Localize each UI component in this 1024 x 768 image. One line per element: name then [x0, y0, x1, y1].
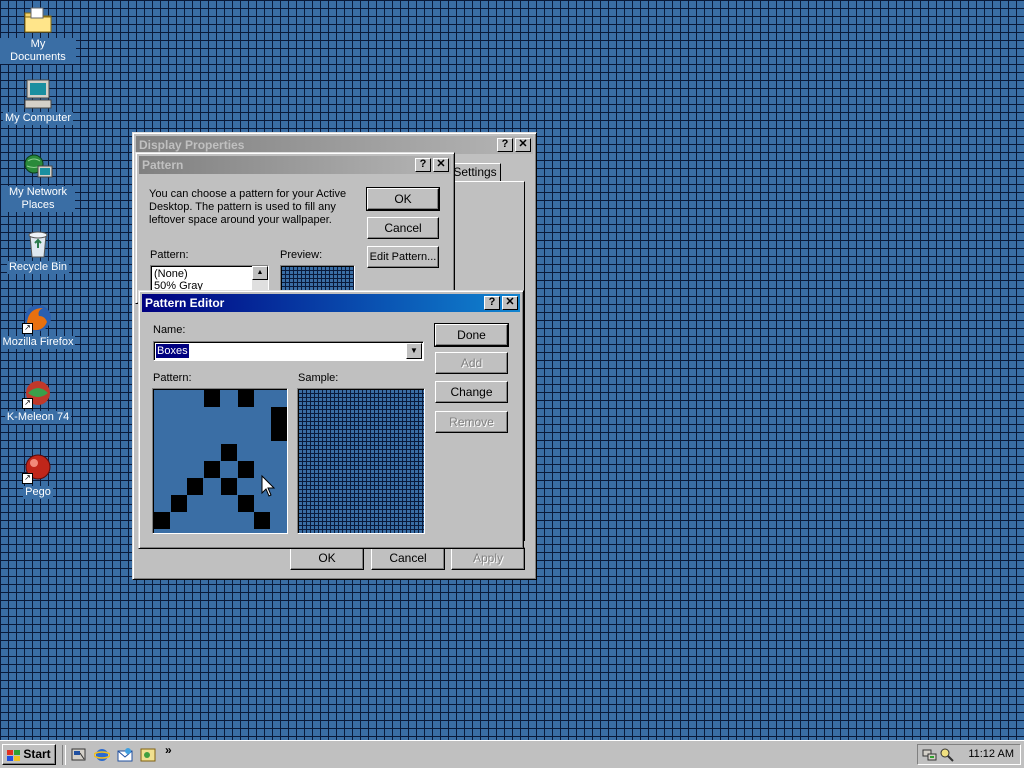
- desktop-icon-label: My Documents: [0, 38, 76, 64]
- desktop-icon-my-computer[interactable]: My Computer: [0, 78, 76, 125]
- recycle-bin-icon: [22, 227, 54, 259]
- channels-icon[interactable]: [140, 747, 156, 763]
- tab-label: Settings: [453, 165, 497, 179]
- pattern-cell-on: [204, 390, 220, 407]
- quick-launch-more-button[interactable]: »: [165, 743, 172, 757]
- cancel-button[interactable]: Cancel: [367, 217, 439, 239]
- name-input[interactable]: Boxes: [156, 344, 189, 358]
- search-tray-icon[interactable]: [939, 747, 955, 763]
- help-button[interactable]: ?: [415, 158, 431, 172]
- pattern-cell-on: [254, 512, 270, 529]
- name-combobox[interactable]: Boxes ▼: [153, 341, 424, 361]
- pattern-editor-dialog: Pattern Editor ? ✕ Name: Boxes ▼ Pattern…: [138, 290, 524, 549]
- pattern-grid-label: Pattern:: [153, 372, 192, 384]
- window-title: Display Properties: [139, 138, 245, 152]
- close-button[interactable]: ✕: [433, 158, 449, 172]
- desktop-icon-label: Mozilla Firefox: [0, 336, 76, 349]
- taskbar: Start » 11:12 AM: [0, 740, 1024, 768]
- show-desktop-icon[interactable]: [71, 747, 87, 763]
- pattern-cell-on: [238, 461, 254, 478]
- clock[interactable]: 11:12 AM: [968, 748, 1014, 760]
- add-button[interactable]: Add: [435, 352, 508, 374]
- mouse-cursor-icon: [261, 474, 276, 497]
- network-tray-icon[interactable]: [922, 747, 938, 763]
- pattern-cell-on: [238, 390, 254, 407]
- pattern-titlebar[interactable]: Pattern ? ✕: [139, 156, 451, 174]
- change-button[interactable]: Change: [435, 381, 508, 403]
- remove-button[interactable]: Remove: [435, 411, 508, 433]
- start-label: Start: [23, 747, 51, 761]
- pattern-cell-on: [187, 478, 203, 495]
- pattern-cell-on: [221, 478, 237, 495]
- pego-icon: ↗: [22, 452, 54, 484]
- close-button[interactable]: ✕: [515, 138, 531, 152]
- window-title: Pattern Editor: [145, 296, 225, 310]
- sample-label: Sample:: [298, 372, 339, 384]
- ok-button[interactable]: OK: [366, 187, 440, 211]
- pattern-cells: [154, 390, 287, 529]
- folder-icon: [22, 4, 54, 36]
- desktop-icon-label: My Computer: [2, 112, 74, 125]
- cancel-button[interactable]: Cancel: [371, 547, 445, 570]
- shortcut-arrow-icon: ↗: [22, 398, 33, 409]
- desktop-icon-mozilla-firefox[interactable]: ↗ Mozilla Firefox: [0, 302, 76, 349]
- shortcut-arrow-icon: ↗: [22, 473, 33, 484]
- start-button[interactable]: Start: [2, 744, 56, 765]
- help-button[interactable]: ?: [497, 138, 513, 152]
- desktop-icon-my-network-places[interactable]: My Network Places: [0, 152, 76, 212]
- pattern-cell-on: [271, 407, 287, 441]
- pattern-editor-titlebar[interactable]: Pattern Editor ? ✕: [142, 294, 520, 312]
- desktop-icon-label: Recycle Bin: [6, 261, 70, 274]
- dropdown-button[interactable]: ▼: [406, 343, 422, 359]
- name-label: Name:: [153, 324, 186, 336]
- internet-explorer-icon[interactable]: [93, 747, 111, 763]
- pattern-cell-on: [171, 495, 187, 512]
- desktop-icon-k-meleon[interactable]: ↗ K-Meleon 74: [0, 377, 76, 424]
- edit-pattern-button[interactable]: Edit Pattern...: [367, 246, 439, 268]
- apply-button[interactable]: Apply: [451, 547, 525, 570]
- pattern-cell-on: [204, 461, 220, 478]
- tab-settings[interactable]: Settings: [449, 163, 501, 181]
- window-title: Pattern: [142, 158, 184, 172]
- network-icon: [22, 152, 54, 184]
- quick-launch-separator: [62, 745, 66, 765]
- close-button[interactable]: ✕: [502, 296, 518, 310]
- pattern-grid[interactable]: [152, 388, 288, 534]
- preview-label: Preview:: [280, 249, 323, 261]
- desktop-icon-label: K-Meleon 74: [4, 411, 72, 424]
- pattern-sample: [297, 388, 425, 534]
- desktop-icon-my-documents[interactable]: My Documents: [0, 4, 76, 64]
- chevron-down-icon: ▼: [410, 346, 418, 355]
- firefox-icon: ↗: [22, 302, 54, 334]
- pattern-cell-on: [221, 444, 237, 461]
- system-tray: 11:12 AM: [917, 744, 1021, 765]
- help-button[interactable]: ?: [484, 296, 500, 310]
- list-item[interactable]: (None): [154, 268, 188, 280]
- pattern-cell-on: [154, 512, 170, 529]
- pattern-grid-svg[interactable]: [154, 390, 288, 534]
- desktop-icon-pego[interactable]: ↗ Pego: [0, 452, 76, 499]
- ok-button[interactable]: OK: [290, 547, 364, 570]
- pattern-list-label: Pattern:: [150, 249, 189, 261]
- computer-icon: [22, 78, 54, 110]
- desktop-icon-recycle-bin[interactable]: Recycle Bin: [0, 227, 76, 274]
- desktop-icon-label: My Network Places: [1, 186, 75, 212]
- pattern-dialog: Pattern ? ✕ You can choose a pattern for…: [135, 152, 455, 304]
- windows-logo-icon: [7, 749, 21, 761]
- scroll-up-button[interactable]: ▲: [252, 266, 268, 280]
- k-meleon-icon: ↗: [22, 377, 54, 409]
- shortcut-arrow-icon: ↗: [22, 323, 33, 334]
- desktop-icon-label: Pego: [23, 486, 53, 499]
- outlook-express-icon[interactable]: [117, 747, 133, 763]
- pattern-cell-on: [238, 495, 254, 512]
- done-button[interactable]: Done: [434, 323, 509, 347]
- pattern-description: You can choose a pattern for your Active…: [149, 188, 347, 226]
